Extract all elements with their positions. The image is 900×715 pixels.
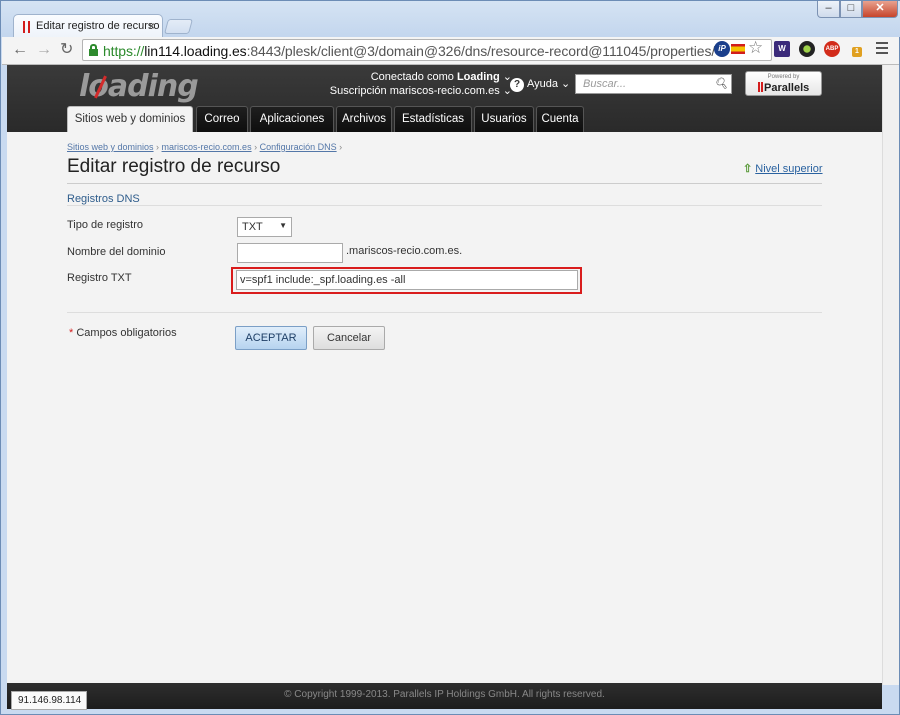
chrome-menu-icon[interactable] xyxy=(876,42,888,57)
cancel-button[interactable]: Cancelar xyxy=(313,326,385,350)
close-window-button[interactable]: ✕ xyxy=(862,1,898,18)
txt-record-label: Registro TXT xyxy=(67,272,132,284)
search-input[interactable]: Buscar... 🔍︎ xyxy=(575,74,732,94)
help-menu[interactable]: ? Ayuda ⌄ xyxy=(510,77,570,92)
tab-users[interactable]: Usuarios xyxy=(474,106,534,132)
tab-files[interactable]: Archivos xyxy=(336,106,392,132)
ip-icon[interactable]: iP xyxy=(714,41,730,57)
submit-button[interactable]: ACEPTAR xyxy=(235,326,307,350)
back-arrow-icon[interactable]: ← xyxy=(12,41,28,59)
tab-websites-domains[interactable]: Sitios web y dominios xyxy=(67,106,193,132)
forward-arrow-icon[interactable]: → xyxy=(36,41,52,59)
address-bar[interactable]: https://lin114.loading.es:8443/plesk/cli… xyxy=(82,39,772,61)
help-icon: ? xyxy=(510,78,524,92)
up-level-link[interactable]: ⇧ Nivel superior xyxy=(743,162,823,175)
divider xyxy=(67,183,822,184)
divider xyxy=(67,312,822,313)
txt-record-input[interactable]: v=spf1 include:_spf.loading.es -all xyxy=(236,270,578,290)
extension-circle-icon[interactable] xyxy=(799,41,815,57)
spain-flag-icon[interactable] xyxy=(731,44,745,54)
reload-icon[interactable]: ↻ xyxy=(60,41,73,59)
parallels-favicon-icon xyxy=(23,21,31,33)
vertical-scrollbar[interactable] xyxy=(882,65,899,685)
browser-tab[interactable]: Editar registro de recurso × xyxy=(13,14,163,38)
domain-name-input[interactable] xyxy=(237,243,343,263)
page-title: Editar registro de recurso xyxy=(67,156,281,177)
plesk-header: loading Conectado como Loading ⌄ Suscrip… xyxy=(7,65,882,132)
account-info: Conectado como Loading ⌄ Suscripción mar… xyxy=(329,71,512,97)
tab-close-icon[interactable]: × xyxy=(148,19,155,33)
record-type-select[interactable]: TXT ▼ xyxy=(237,217,292,237)
dropdown-arrow-icon: ▼ xyxy=(279,221,287,230)
copyright-text: © Copyright 1999-2013. Parallels IP Hold… xyxy=(284,689,605,700)
subscription-selector[interactable]: mariscos-recio.com.es xyxy=(390,85,500,97)
new-tab-button[interactable] xyxy=(163,19,194,34)
up-arrow-icon: ⇧ xyxy=(743,163,753,175)
section-title: Registros DNS xyxy=(67,193,140,205)
status-url: 91.146.98.114 xyxy=(11,691,87,710)
minimize-button[interactable]: – xyxy=(817,1,840,18)
required-note: * Campos obligatorios xyxy=(69,327,177,339)
browser-window: Editar registro de recurso × – □ ✕ ← → ↻… xyxy=(0,0,900,715)
domain-suffix: .mariscos-recio.com.es. xyxy=(346,245,463,257)
tab-account[interactable]: Cuenta xyxy=(536,106,584,132)
maximize-button[interactable]: □ xyxy=(840,1,862,18)
extension-w-icon[interactable]: W xyxy=(774,41,790,57)
extension-badge-icon[interactable]: 1 xyxy=(852,47,862,57)
divider xyxy=(67,205,822,206)
tab-strip: Editar registro de recurso × – □ ✕ xyxy=(1,1,900,38)
tab-mail[interactable]: Correo xyxy=(196,106,248,132)
record-type-label: Tipo de registro xyxy=(67,219,144,231)
breadcrumb-domain[interactable]: mariscos-recio.com.es xyxy=(162,142,252,152)
search-icon[interactable]: 🔍︎ xyxy=(714,77,728,90)
connected-user[interactable]: Loading xyxy=(457,71,500,83)
breadcrumb-dns[interactable]: Configuración DNS xyxy=(260,142,337,152)
tab-statistics[interactable]: Estadísticas xyxy=(394,106,472,132)
domain-name-label: Nombre del dominio xyxy=(67,246,166,258)
footer: © Copyright 1999-2013. Parallels IP Hold… xyxy=(7,683,882,709)
adblock-plus-icon[interactable]: ABP xyxy=(824,41,840,57)
plesk-content: loading Conectado como Loading ⌄ Suscrip… xyxy=(7,65,882,709)
url-text: https://lin114.loading.es:8443/plesk/cli… xyxy=(103,43,716,59)
bookmark-star-icon[interactable]: ☆ xyxy=(748,38,763,58)
tab-applications[interactable]: Aplicaciones xyxy=(250,106,334,132)
lock-icon xyxy=(89,44,98,56)
parallels-logo[interactable]: Powered by Parallels xyxy=(745,71,822,96)
browser-toolbar: ← → ↻ https://lin114.loading.es:8443/ple… xyxy=(2,37,899,65)
breadcrumb: Sitios web y dominios › mariscos-recio.c… xyxy=(67,142,343,152)
tab-title: Editar registro de recurso xyxy=(36,20,160,32)
breadcrumb-websites[interactable]: Sitios web y dominios xyxy=(67,142,154,152)
